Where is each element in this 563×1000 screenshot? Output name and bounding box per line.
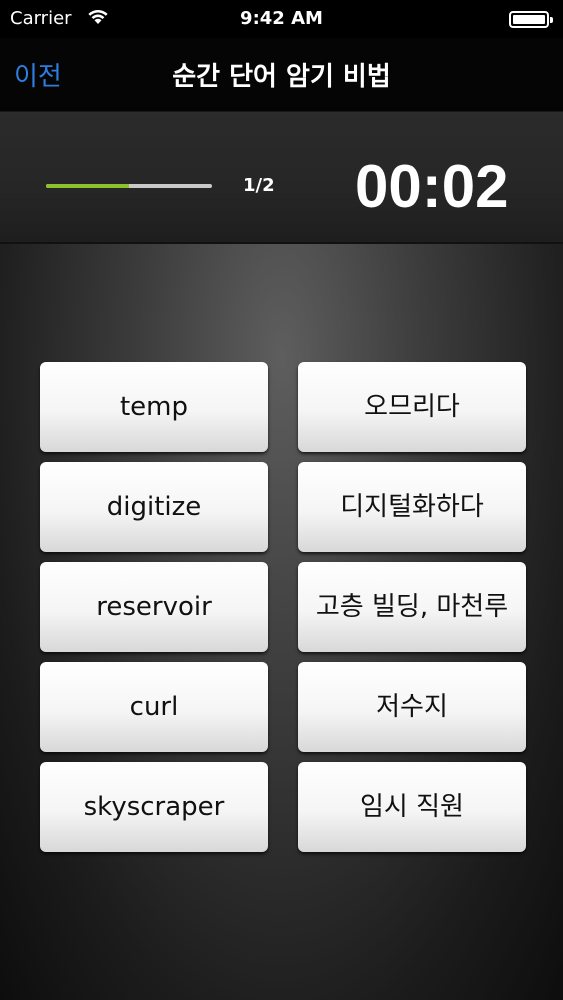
word-card-temp[interactable]: temp — [40, 362, 268, 452]
card-label: 고층 빌딩, 마천루 — [315, 592, 509, 622]
meaning-card-4[interactable]: 저수지 — [298, 662, 526, 752]
meaning-card-1[interactable]: 오므리다 — [298, 362, 526, 452]
clock: 9:42 AM — [240, 8, 323, 29]
word-card-reservoir[interactable]: reservoir — [40, 562, 268, 652]
card-label: skyscraper — [83, 792, 225, 822]
word-card-curl[interactable]: curl — [40, 662, 268, 752]
card-label: 임시 직원 — [360, 792, 464, 822]
meaning-card-5[interactable]: 임시 직원 — [298, 762, 526, 852]
card-label: curl — [129, 692, 179, 722]
meaning-card-2[interactable]: 디지털화하다 — [298, 462, 526, 552]
progress-bar — [46, 184, 212, 188]
card-label: reservoir — [96, 592, 212, 622]
card-label: 저수지 — [376, 692, 448, 722]
progress-count: 1/2 — [243, 175, 275, 196]
matching-board: temp digitize reservoir curl skyscraper … — [0, 244, 563, 1000]
card-label: temp — [119, 392, 189, 422]
progress-bar-fill — [46, 184, 129, 188]
battery-icon — [509, 11, 553, 28]
card-label: digitize — [106, 492, 202, 522]
page-title: 순간 단어 암기 비법 — [172, 62, 391, 92]
status-bar: Carrier 9:42 AM — [0, 0, 563, 38]
elapsed-timer: 00:02 — [355, 153, 509, 220]
word-card-digitize[interactable]: digitize — [40, 462, 268, 552]
navigation-bar: 이전 순간 단어 암기 비법 — [0, 38, 563, 112]
meaning-card-3[interactable]: 고층 빌딩, 마천루 — [298, 562, 526, 652]
card-label: 디지털화하다 — [340, 492, 484, 522]
word-card-skyscraper[interactable]: skyscraper — [40, 762, 268, 852]
card-label: 오므리다 — [364, 392, 460, 422]
progress-panel: 1/2 00:02 — [0, 112, 563, 244]
